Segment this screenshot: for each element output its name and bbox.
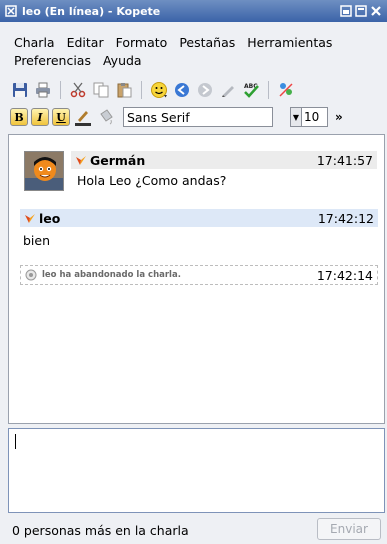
- minimize-icon[interactable]: [339, 4, 353, 18]
- title-bar: leo (En línea) - Kopete: [0, 0, 387, 22]
- font-family-value: Sans Serif: [127, 109, 190, 125]
- menu-pestanas[interactable]: Pestañas: [179, 34, 235, 52]
- window-title: leo (En línea) - Kopete: [22, 4, 161, 18]
- back-icon[interactable]: [172, 80, 192, 100]
- message-header-own: leo 17:42:12: [20, 209, 378, 227]
- message-sender: Germán: [90, 152, 146, 168]
- close-icon[interactable]: [369, 4, 383, 18]
- send-button[interactable]: Enviar: [317, 518, 381, 540]
- message-text: Hola Leo ¿Como andas?: [77, 173, 227, 188]
- message-text: bien: [23, 233, 51, 248]
- toolbar-separator: [60, 81, 61, 99]
- main-toolbar: ABC: [10, 78, 296, 102]
- system-message-time: 17:42:14: [316, 267, 373, 283]
- status-icon: [25, 214, 35, 223]
- copy-icon[interactable]: [91, 80, 111, 100]
- background-color-icon[interactable]: [96, 107, 116, 127]
- chevron-down-icon[interactable]: ▼: [291, 108, 302, 126]
- toolbar-separator: [268, 81, 269, 99]
- status-text: 0 personas más en la charla: [12, 522, 189, 538]
- underline-icon[interactable]: U: [52, 108, 70, 126]
- status-icon: [76, 156, 86, 165]
- maximize-icon[interactable]: [354, 4, 368, 18]
- menu-formato[interactable]: Formato: [116, 34, 168, 52]
- emoticon-icon[interactable]: [149, 80, 169, 100]
- forward-icon[interactable]: [195, 80, 215, 100]
- message-header: Germán 17:41:57: [71, 151, 377, 169]
- bold-icon[interactable]: B: [10, 108, 28, 126]
- text-color-icon[interactable]: [73, 107, 93, 127]
- print-icon[interactable]: [33, 80, 53, 100]
- message-incoming: Germán 17:41:57 Hola Leo ¿Como andas?: [21, 151, 377, 193]
- cut-icon[interactable]: [68, 80, 88, 100]
- info-icon: [25, 269, 37, 281]
- toolbar-separator: [141, 81, 142, 99]
- pencil-icon[interactable]: [218, 80, 238, 100]
- save-icon[interactable]: [10, 80, 30, 100]
- paste-icon[interactable]: [114, 80, 134, 100]
- font-size-value: 10: [304, 110, 320, 124]
- menu-herramientas[interactable]: Herramientas: [247, 34, 332, 52]
- menu-editar[interactable]: Editar: [67, 34, 104, 52]
- font-size-select[interactable]: ▼ 10: [290, 107, 328, 127]
- format-toolbar: B I U Sans Serif ▼ 10 »: [10, 106, 382, 128]
- menu-ayuda[interactable]: Ayuda: [103, 52, 142, 70]
- message-time: 17:41:57: [316, 152, 373, 168]
- menu-charla[interactable]: Charla: [14, 34, 55, 52]
- system-message: leo ha abandonado la charla. 17:42:14: [20, 265, 378, 285]
- avatar: [24, 151, 64, 191]
- italic-icon[interactable]: I: [31, 108, 49, 126]
- chat-history[interactable]: Germán 17:41:57 Hola Leo ¿Como andas? le…: [8, 134, 385, 424]
- contacts-icon[interactable]: [276, 80, 296, 100]
- kopete-app-icon: [5, 5, 17, 17]
- message-input[interactable]: [8, 428, 385, 513]
- text-caret: [15, 434, 16, 449]
- toolbar-overflow-button[interactable]: »: [335, 110, 343, 124]
- message-time: 17:42:12: [317, 210, 374, 226]
- spellcheck-icon[interactable]: ABC: [241, 80, 261, 100]
- font-family-select[interactable]: Sans Serif: [123, 107, 273, 127]
- system-message-text: leo ha abandonado la charla.: [42, 270, 181, 280]
- menu-preferencias[interactable]: Preferencias: [14, 52, 91, 70]
- message-sender: leo: [39, 210, 61, 226]
- menu-bar: Charla Editar Formato Pestañas Herramien…: [0, 22, 387, 74]
